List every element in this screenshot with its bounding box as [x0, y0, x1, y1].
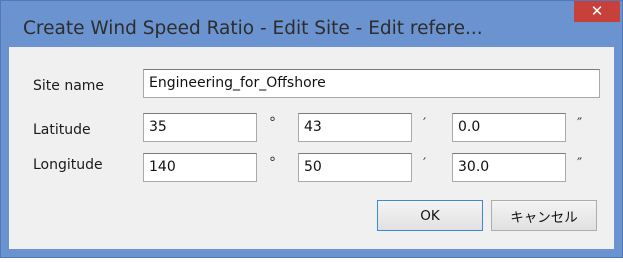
longitude-degrees-input[interactable]: 140: [143, 153, 257, 182]
longitude-seconds-input[interactable]: 30.0: [452, 153, 566, 182]
degree-symbol: °: [269, 115, 276, 131]
close-button[interactable]: ✕: [574, 1, 620, 22]
site-name-input[interactable]: Engineering_for_Offshore: [143, 69, 600, 98]
window-title: Create Wind Speed Ratio - Edit Site - Ed…: [23, 18, 483, 39]
longitude-label: Longitude: [33, 157, 103, 173]
second-symbol: ″: [577, 156, 583, 172]
latitude-minutes-input[interactable]: 43: [298, 113, 412, 142]
cancel-button[interactable]: キャンセル: [491, 200, 597, 231]
latitude-seconds-input[interactable]: 0.0: [452, 113, 566, 142]
site-name-label: Site name: [33, 78, 105, 94]
second-symbol: ″: [577, 116, 583, 132]
latitude-degrees-input[interactable]: 35: [143, 113, 257, 142]
minute-symbol: ′: [423, 156, 427, 172]
ok-button[interactable]: OK: [377, 200, 483, 231]
minute-symbol: ′: [423, 116, 427, 132]
dialog-window: Create Wind Speed Ratio - Edit Site - Ed…: [0, 0, 623, 258]
longitude-minutes-input[interactable]: 50: [298, 153, 412, 182]
latitude-label: Latitude: [33, 122, 91, 138]
title-bar[interactable]: Create Wind Speed Ratio - Edit Site - Ed…: [1, 1, 622, 41]
close-icon: ✕: [590, 2, 604, 20]
dialog-body: Site name Engineering_for_Offshore Latit…: [9, 47, 614, 249]
degree-symbol: °: [269, 155, 276, 171]
